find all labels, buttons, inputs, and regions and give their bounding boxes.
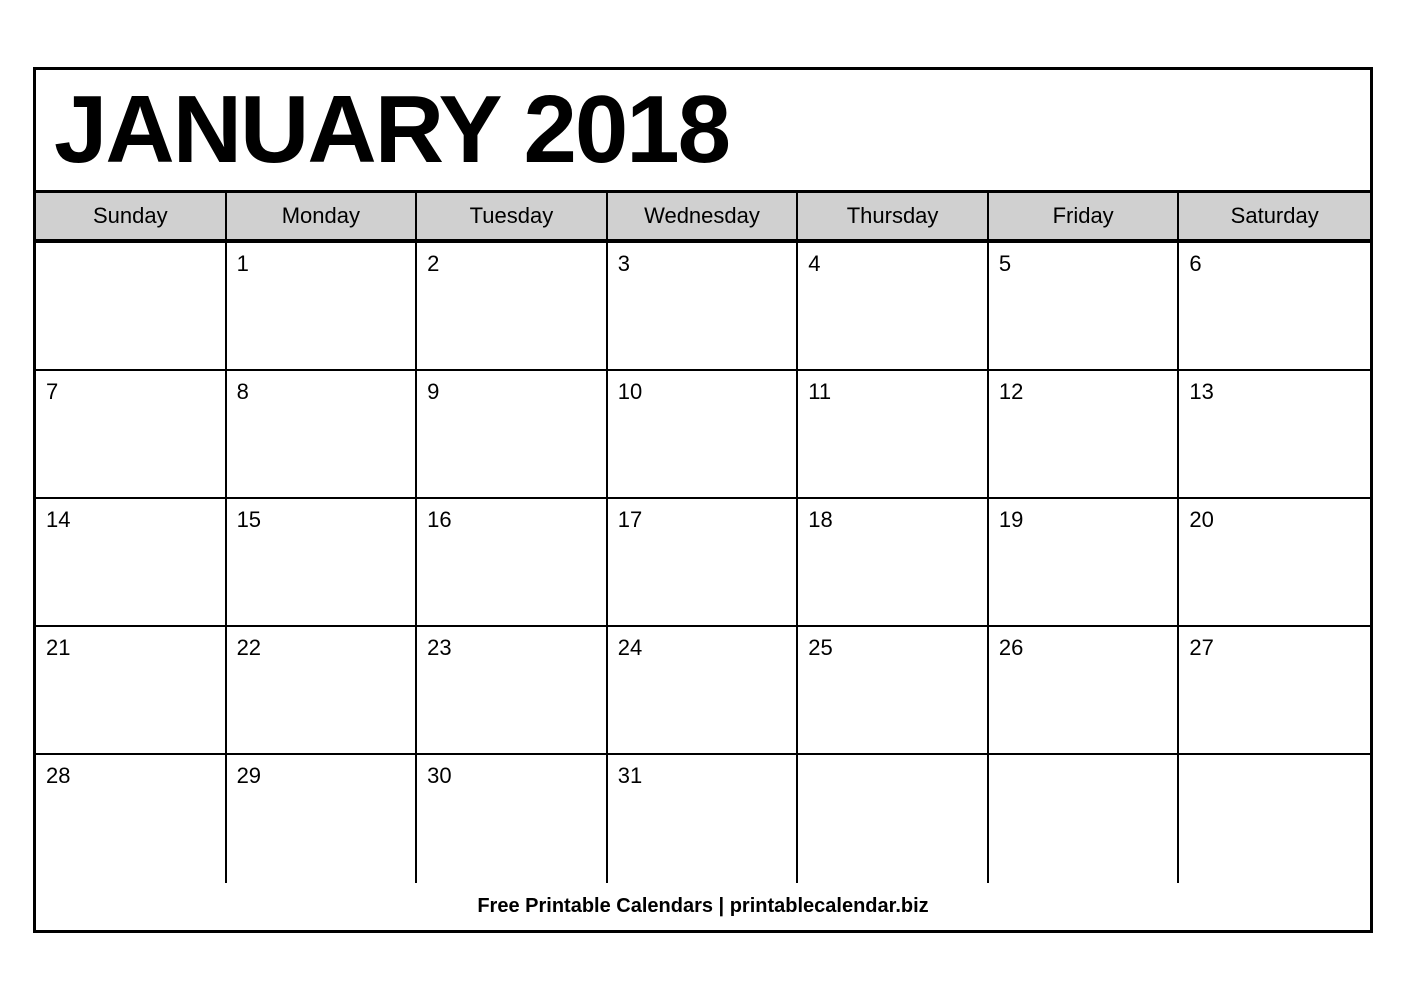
- day-cell: [989, 755, 1180, 883]
- calendar-footer: Free Printable Calendars | printablecale…: [36, 883, 1370, 930]
- day-cell: 10: [608, 371, 799, 499]
- day-number: 11: [808, 379, 977, 405]
- day-header-sunday: Sunday: [36, 193, 227, 241]
- day-number: 5: [999, 251, 1168, 277]
- day-number: 14: [46, 507, 215, 533]
- day-number: 19: [999, 507, 1168, 533]
- day-number: 15: [237, 507, 406, 533]
- day-number: 30: [427, 763, 596, 789]
- day-cell: 31: [608, 755, 799, 883]
- day-cell: 19: [989, 499, 1180, 627]
- day-cell: 11: [798, 371, 989, 499]
- day-number: 24: [618, 635, 787, 661]
- day-number: 16: [427, 507, 596, 533]
- calendar-body: 1234567891011121314151617181920212223242…: [36, 243, 1370, 883]
- calendar-title-section: JANUARY 2018: [36, 70, 1370, 194]
- day-header-saturday: Saturday: [1179, 193, 1370, 241]
- day-header-wednesday: Wednesday: [608, 193, 799, 241]
- day-cell: 22: [227, 627, 418, 755]
- day-cell: 25: [798, 627, 989, 755]
- day-cell: 1: [227, 243, 418, 371]
- day-cell: 27: [1179, 627, 1370, 755]
- day-number: 29: [237, 763, 406, 789]
- day-number: 26: [999, 635, 1168, 661]
- day-cell: 6: [1179, 243, 1370, 371]
- day-cell: 12: [989, 371, 1180, 499]
- day-number: 4: [808, 251, 977, 277]
- day-cell: 20: [1179, 499, 1370, 627]
- day-number: 8: [237, 379, 406, 405]
- day-number: 17: [618, 507, 787, 533]
- calendar-title: JANUARY 2018: [54, 80, 1352, 181]
- day-number: 1: [237, 251, 406, 277]
- day-cell: 13: [1179, 371, 1370, 499]
- day-number: 6: [1189, 251, 1360, 277]
- day-cell: 14: [36, 499, 227, 627]
- day-headers: SundayMondayTuesdayWednesdayThursdayFrid…: [36, 193, 1370, 243]
- day-cell: [1179, 755, 1370, 883]
- day-cell: 23: [417, 627, 608, 755]
- day-number: 3: [618, 251, 787, 277]
- day-number: 2: [427, 251, 596, 277]
- day-header-tuesday: Tuesday: [417, 193, 608, 241]
- day-cell: 15: [227, 499, 418, 627]
- day-cell: 30: [417, 755, 608, 883]
- day-cell: 2: [417, 243, 608, 371]
- day-number: 21: [46, 635, 215, 661]
- day-number: 27: [1189, 635, 1360, 661]
- day-cell: [798, 755, 989, 883]
- day-cell: 18: [798, 499, 989, 627]
- day-cell: 17: [608, 499, 799, 627]
- day-number: 22: [237, 635, 406, 661]
- day-cell: 26: [989, 627, 1180, 755]
- day-header-monday: Monday: [227, 193, 418, 241]
- day-cell: 9: [417, 371, 608, 499]
- day-cell: 5: [989, 243, 1180, 371]
- day-header-friday: Friday: [989, 193, 1180, 241]
- day-cell: 16: [417, 499, 608, 627]
- day-number: 28: [46, 763, 215, 789]
- day-cell: 4: [798, 243, 989, 371]
- day-cell: 24: [608, 627, 799, 755]
- day-number: 23: [427, 635, 596, 661]
- day-cell: 3: [608, 243, 799, 371]
- day-cell: 8: [227, 371, 418, 499]
- day-header-thursday: Thursday: [798, 193, 989, 241]
- day-number: 18: [808, 507, 977, 533]
- day-number: 9: [427, 379, 596, 405]
- day-cell: 21: [36, 627, 227, 755]
- day-cell: [36, 243, 227, 371]
- day-number: 20: [1189, 507, 1360, 533]
- day-cell: 28: [36, 755, 227, 883]
- day-number: 13: [1189, 379, 1360, 405]
- day-number: 10: [618, 379, 787, 405]
- calendar-container: JANUARY 2018 SundayMondayTuesdayWednesda…: [33, 67, 1373, 934]
- day-number: 31: [618, 763, 787, 789]
- day-cell: 29: [227, 755, 418, 883]
- day-number: 25: [808, 635, 977, 661]
- day-number: 12: [999, 379, 1168, 405]
- day-cell: 7: [36, 371, 227, 499]
- day-number: 7: [46, 379, 215, 405]
